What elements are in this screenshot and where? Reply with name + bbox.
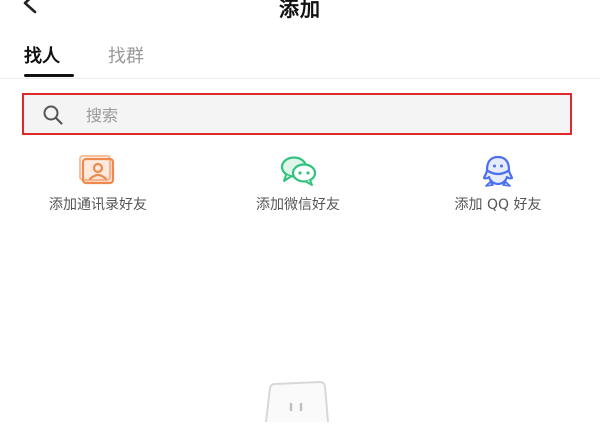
qq-penguin-icon — [482, 155, 514, 187]
search-bar[interactable] — [22, 93, 572, 135]
header: 添加 — [0, 0, 600, 22]
wechat-icon — [280, 156, 317, 186]
active-tab-indicator — [24, 74, 74, 77]
add-qq-friends-label: 添加 QQ 好友 — [454, 197, 542, 213]
search-icon — [43, 105, 63, 125]
page-title: 添加 — [279, 0, 321, 21]
tab-find-groups[interactable]: 找群 — [108, 42, 144, 68]
add-qq-friends-button[interactable]: 添加 QQ 好友 — [408, 154, 588, 216]
tab-find-people[interactable]: 找人 — [24, 42, 60, 68]
contacts-card-icon — [79, 154, 115, 185]
add-contacts-friends-button[interactable]: 添加通讯录好友 — [8, 154, 188, 216]
add-wechat-friends-label: 添加微信好友 — [256, 197, 340, 213]
empty-state-illustration — [265, 380, 329, 423]
tab-bar: 找人 找群 — [0, 36, 600, 79]
add-contacts-friends-label: 添加通讯录好友 — [49, 197, 147, 213]
add-wechat-friends-button[interactable]: 添加微信好友 — [208, 154, 388, 216]
search-input[interactable] — [84, 101, 548, 129]
